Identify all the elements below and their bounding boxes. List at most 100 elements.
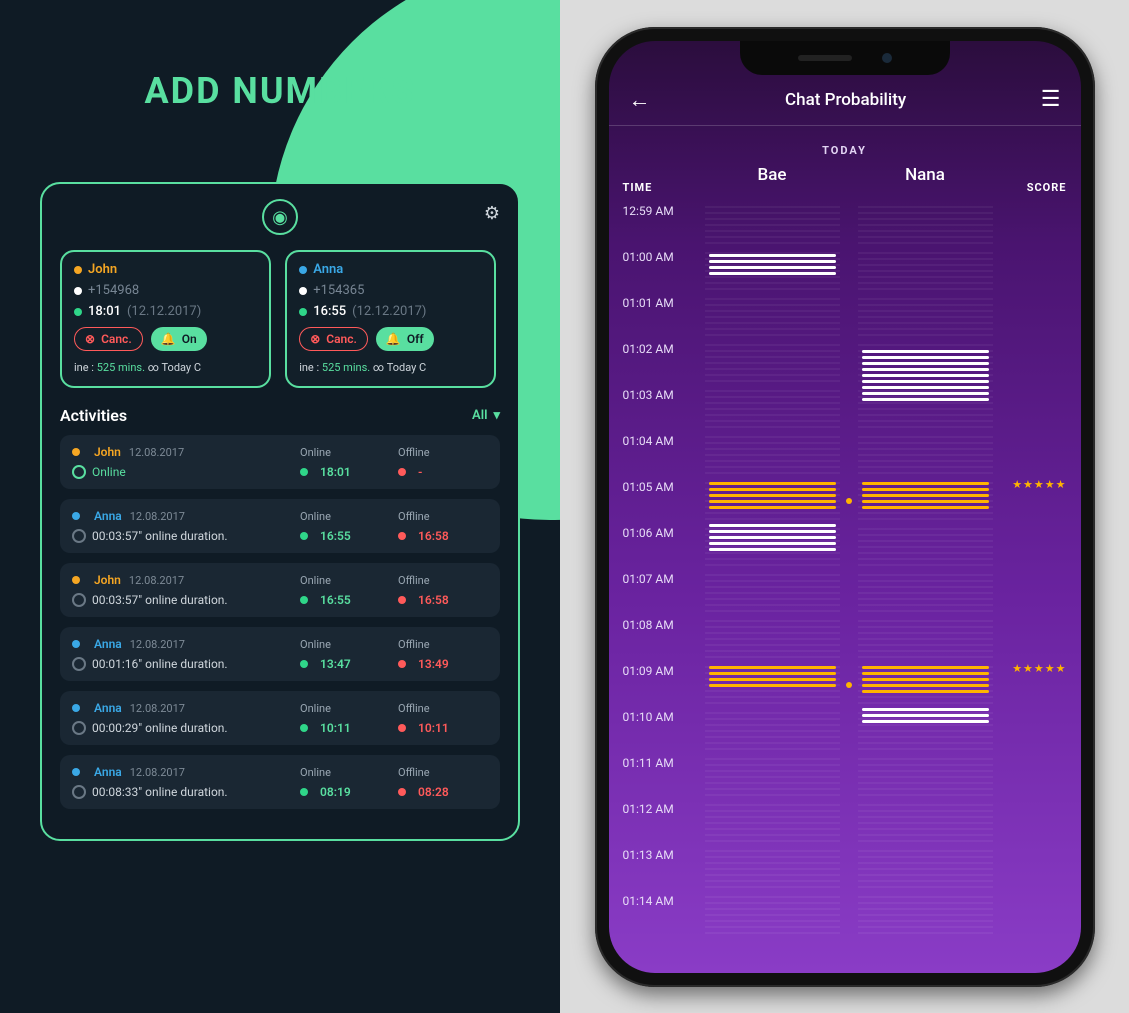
time-label: 01:03 AM bbox=[623, 386, 701, 402]
status-ticker: ine : 525 mins. ∞ Today C bbox=[299, 361, 482, 374]
phone-screen: ← Chat Probability ☰ TODAY TIME Bae Nana… bbox=[609, 41, 1081, 973]
activity-item[interactable]: Anna 12.08.2017 Online Offline 00:03:57"… bbox=[60, 499, 500, 553]
track-cell bbox=[705, 294, 840, 340]
activity-item[interactable]: John 12.08.2017 Online Offline 00:03:57"… bbox=[60, 563, 500, 617]
online-header: Online bbox=[300, 766, 390, 779]
notify-toggle[interactable]: 🔔On bbox=[151, 327, 207, 351]
track-cell bbox=[858, 754, 993, 800]
activity-status: 00:03:57" online duration. bbox=[92, 593, 228, 607]
activity-item[interactable]: Anna 12.08.2017 Online Offline 00:00:29"… bbox=[60, 691, 500, 745]
track-cell bbox=[858, 432, 993, 478]
left-app-screenshot: ADD NUMBERS ◉ ⚙ John +154968 18:01 (12.12… bbox=[0, 0, 560, 1013]
activity-online-time: 16:55 bbox=[320, 529, 351, 543]
online-header: Online bbox=[300, 638, 390, 651]
activity-item[interactable]: John 12.08.2017 Online Offline Online 18… bbox=[60, 435, 500, 489]
time-row: 01:00 AM bbox=[609, 248, 1081, 294]
time-label: 12:59 AM bbox=[623, 202, 701, 218]
activity-name: Anna bbox=[94, 765, 122, 779]
time-row: 01:10 AM bbox=[609, 708, 1081, 754]
time-row: 01:03 AM bbox=[609, 386, 1081, 432]
timeline[interactable]: 12:59 AM01:00 AM01:01 AM01:02 AM01:03 AM… bbox=[609, 202, 1081, 938]
clock-icon bbox=[72, 465, 86, 479]
contact-card[interactable]: John +154968 18:01 (12.12.2017) ⊗Canc. 🔔O… bbox=[60, 250, 271, 388]
track-cell bbox=[858, 248, 993, 294]
clock-icon bbox=[72, 529, 86, 543]
menu-button[interactable]: ☰ bbox=[1041, 87, 1061, 112]
offline-header: Offline bbox=[398, 702, 488, 715]
time-row: 01:11 AM bbox=[609, 754, 1081, 800]
time-row: 01:12 AM bbox=[609, 800, 1081, 846]
contact-phone: +154968 bbox=[88, 283, 139, 298]
time-row: 01:05 AM★★★★★ bbox=[609, 478, 1081, 524]
time-label: 01:12 AM bbox=[623, 800, 701, 816]
track-cell bbox=[858, 616, 993, 662]
track-cell bbox=[858, 386, 993, 432]
contact-time: 18:01 bbox=[88, 304, 121, 319]
activity-date: 12.08.2017 bbox=[130, 766, 185, 779]
track-cell bbox=[705, 754, 840, 800]
col-header-score: SCORE bbox=[997, 165, 1067, 194]
time-label: 01:08 AM bbox=[623, 616, 701, 632]
dashboard-card: ◉ ⚙ John +154968 18:01 (12.12.2017) ⊗Canc… bbox=[40, 182, 520, 841]
contact-date: (12.12.2017) bbox=[127, 304, 201, 319]
activity-online-time: 18:01 bbox=[320, 465, 351, 479]
clock-icon bbox=[72, 785, 86, 799]
contact-time: 16:55 bbox=[313, 304, 346, 319]
online-header: Online bbox=[300, 574, 390, 587]
time-row: 01:13 AM bbox=[609, 846, 1081, 892]
back-button[interactable]: ← bbox=[629, 87, 651, 113]
track-cell bbox=[858, 570, 993, 616]
activity-status: 00:01:16" online duration. bbox=[92, 657, 228, 671]
activity-status: 00:03:57" online duration. bbox=[92, 529, 228, 543]
contact-card[interactable]: Anna +154365 16:55(12.12.2017) ⊗Canc. 🔔O… bbox=[285, 250, 496, 388]
score-cell: ★★★★★ bbox=[997, 478, 1067, 491]
contact-name: John bbox=[88, 262, 117, 277]
track-cell bbox=[858, 800, 993, 846]
track-cell bbox=[858, 708, 993, 754]
bell-icon: 🔔 bbox=[386, 332, 401, 346]
contact-phone: +154365 bbox=[313, 283, 364, 298]
activity-name: Anna bbox=[94, 701, 122, 715]
time-row: 01:06 AM bbox=[609, 524, 1081, 570]
activity-item[interactable]: Anna 12.08.2017 Online Offline 00:01:16"… bbox=[60, 627, 500, 681]
settings-button[interactable]: ⚙ bbox=[484, 203, 500, 224]
track-cell bbox=[705, 846, 840, 892]
activity-name: Anna bbox=[94, 637, 122, 651]
activity-date: 12.08.2017 bbox=[130, 638, 185, 651]
contact-name: Anna bbox=[313, 262, 343, 277]
activity-item[interactable]: Anna 12.08.2017 Online Offline 00:08:33"… bbox=[60, 755, 500, 809]
time-label: 01:14 AM bbox=[623, 892, 701, 908]
phone-frame: ← Chat Probability ☰ TODAY TIME Bae Nana… bbox=[595, 27, 1095, 987]
activity-date: 12.08.2017 bbox=[130, 510, 185, 523]
track-cell bbox=[705, 708, 840, 754]
activity-date: 12.08.2017 bbox=[130, 702, 185, 715]
track-cell bbox=[858, 524, 993, 570]
chevron-down-icon: ▾ bbox=[493, 408, 500, 423]
activities-filter-dropdown[interactable]: All▾ bbox=[472, 408, 500, 423]
track-cell bbox=[705, 524, 840, 570]
track-cell bbox=[705, 248, 840, 294]
activity-offline-time: 10:11 bbox=[418, 721, 449, 735]
time-row: 01:07 AM bbox=[609, 570, 1081, 616]
activity-status: Online bbox=[92, 465, 126, 479]
match-dot-icon bbox=[846, 498, 852, 504]
close-icon: ⊗ bbox=[310, 332, 320, 346]
match-dot-icon bbox=[846, 682, 852, 688]
activity-offline-time: 16:58 bbox=[418, 593, 449, 607]
time-row: 01:09 AM★★★★★ bbox=[609, 662, 1081, 708]
track-cell bbox=[858, 340, 993, 386]
cancel-button[interactable]: ⊗Canc. bbox=[74, 327, 143, 351]
activities-list: John 12.08.2017 Online Offline Online 18… bbox=[60, 435, 500, 809]
cancel-button[interactable]: ⊗Canc. bbox=[299, 327, 368, 351]
activity-online-time: 13:47 bbox=[320, 657, 351, 671]
time-row: 01:02 AM bbox=[609, 340, 1081, 386]
time-row: 01:04 AM bbox=[609, 432, 1081, 478]
notify-toggle[interactable]: 🔔Off bbox=[376, 327, 434, 351]
online-header: Online bbox=[300, 702, 390, 715]
page-title: ADD NUMBERS bbox=[0, 0, 560, 112]
activity-offline-time: 08:28 bbox=[418, 785, 449, 799]
track-cell bbox=[705, 386, 840, 432]
activity-name: Anna bbox=[94, 509, 122, 523]
app-logo-icon: ◉ bbox=[262, 199, 298, 235]
time-label: 01:09 AM bbox=[623, 662, 701, 678]
